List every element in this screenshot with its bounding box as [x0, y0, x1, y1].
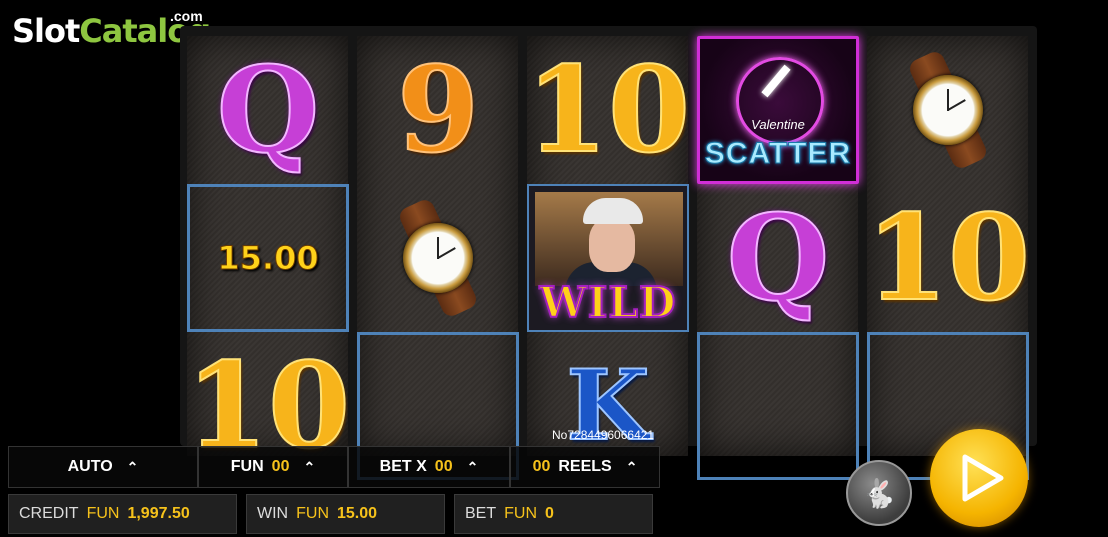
reels-area: Q 15.00 10 9 10 WILD K Valentine SCATTER… — [180, 26, 1037, 480]
reels-button[interactable]: 00 REELS ⌃ — [510, 446, 660, 488]
symbol-q-text: Q — [726, 188, 831, 327]
watch-icon — [390, 196, 486, 320]
symbol-10: 10 — [525, 36, 691, 184]
control-bar: AUTO ⌃ FUN 00 ⌃ BET X 00 ⌃ 00 REELS ⌃ — [8, 446, 660, 488]
reel-1: Q 15.00 10 — [185, 36, 351, 466]
symbol-scatter: Valentine SCATTER — [697, 36, 859, 184]
reels-value: 00 — [532, 458, 551, 475]
credit-label: CREDIT — [19, 505, 79, 522]
chevron-up-icon: ⌃ — [126, 458, 139, 475]
symbol-10-text: 10 — [865, 188, 1031, 327]
credit-display: CREDIT FUN 1,997.50 — [8, 494, 237, 534]
symbol-watch — [357, 184, 519, 332]
scatter-symbol: Valentine SCATTER — [697, 36, 859, 184]
serial-number: No7284496066421 — [552, 428, 655, 442]
bet-multiplier-button[interactable]: BET X 00 ⌃ — [348, 446, 510, 488]
reel-5: 10 — [865, 36, 1031, 480]
credit-value: 1,997.50 — [127, 505, 190, 522]
fun-lines-button[interactable]: FUN 00 ⌃ — [198, 446, 348, 488]
bet-display: BET FUN 0 — [454, 494, 653, 534]
auto-button[interactable]: AUTO ⌃ — [8, 446, 198, 488]
symbol-watch — [867, 36, 1029, 184]
win-amount-text: 15.00 — [217, 239, 319, 278]
fun-value: 00 — [271, 458, 290, 475]
reel-2: 9 — [357, 36, 519, 480]
rabbit-icon: 🐇 — [861, 477, 897, 509]
auto-label: AUTO — [67, 458, 113, 475]
chevron-up-icon: ⌃ — [466, 458, 479, 475]
win-display: WIN FUN 15.00 — [246, 494, 445, 534]
wild-label: WILD — [539, 277, 677, 328]
symbol-9-text: 9 — [396, 40, 480, 179]
scatter-brand-text: Valentine — [751, 117, 805, 132]
bet-currency: FUN — [504, 505, 538, 522]
symbol-10: 10 — [865, 184, 1031, 332]
chevron-up-icon: ⌃ — [303, 458, 316, 475]
bet-x-label: BET X — [379, 458, 427, 475]
chevron-up-icon: ⌃ — [625, 458, 638, 475]
symbol-q: Q — [187, 36, 349, 184]
logo-com-text: .com — [170, 8, 203, 24]
win-currency: FUN — [296, 505, 329, 522]
watch-icon — [900, 48, 996, 172]
scatter-label: SCATTER — [704, 137, 852, 171]
reel-4: Valentine SCATTER Q — [697, 36, 859, 480]
reels-label: REELS — [558, 458, 612, 475]
spin-button[interactable] — [930, 429, 1028, 527]
wild-photo — [535, 192, 683, 286]
wild-symbol: WILD — [527, 184, 689, 332]
symbol-q-text: Q — [216, 40, 321, 179]
empty-framed-cell — [697, 332, 859, 480]
win-value: 15.00 — [337, 505, 378, 522]
symbol-9: 9 — [357, 36, 519, 184]
symbol-wild: WILD — [527, 184, 689, 332]
play-icon — [962, 454, 1004, 502]
fun-label: FUN — [230, 458, 264, 475]
logo-slot-text: Slot — [12, 12, 80, 50]
turbo-button[interactable]: 🐇 — [846, 460, 912, 526]
bet-value: 0 — [545, 505, 554, 522]
symbol-q: Q — [697, 184, 859, 332]
win-label: WIN — [257, 505, 289, 522]
bet-label: BET — [465, 505, 497, 522]
credit-currency: FUN — [86, 505, 120, 522]
symbol-10-text: 10 — [525, 40, 691, 179]
win-cell: 15.00 — [187, 184, 349, 332]
reel-3: 10 WILD K — [525, 36, 691, 456]
bet-x-value: 00 — [434, 458, 453, 475]
